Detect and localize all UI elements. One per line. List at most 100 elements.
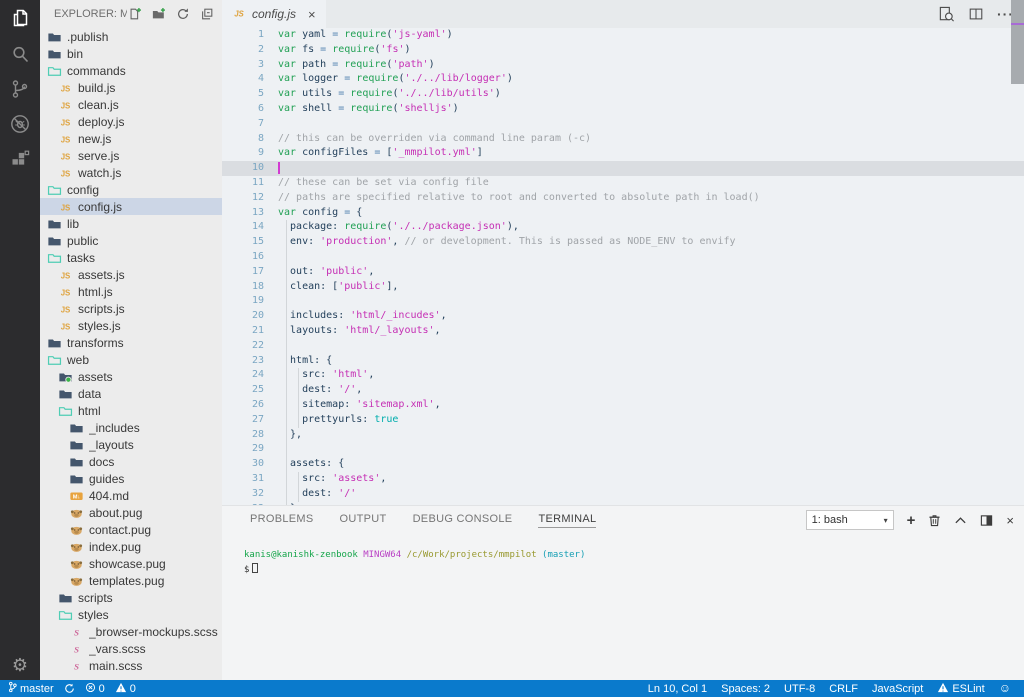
code-line[interactable]: 9var configFiles = ['_mmpilot.yml']	[222, 146, 1024, 161]
tree-item[interactable]: JSconfig.js	[40, 198, 222, 215]
code-line[interactable]: 3var path = require('path')	[222, 58, 1024, 73]
tree-item[interactable]: config	[40, 181, 222, 198]
tree-item[interactable]: contact.pug	[40, 521, 222, 538]
new-terminal-icon[interactable]: +	[907, 512, 916, 529]
tree-item[interactable]: S_browser-mockups.scss	[40, 623, 222, 640]
tree-item[interactable]: showcase.pug	[40, 555, 222, 572]
tree-item[interactable]: guides	[40, 470, 222, 487]
code-line[interactable]: 16	[222, 250, 1024, 265]
tree-item[interactable]: JSstyles.js	[40, 317, 222, 334]
source-control-icon[interactable]	[0, 71, 40, 106]
errors-status[interactable]: 0	[85, 682, 105, 696]
refresh-icon[interactable]	[175, 7, 190, 22]
terminal-output[interactable]: kanis@kanishk-zenbook MINGW64 /c/Work/pr…	[244, 548, 1024, 578]
maximize-panel-icon[interactable]	[954, 515, 967, 525]
tab-config-js[interactable]: JS config.js ×	[222, 0, 326, 28]
git-branch-status[interactable]: master	[8, 681, 54, 696]
tree-item[interactable]: html	[40, 402, 222, 419]
tree-item[interactable]: templates.pug	[40, 572, 222, 589]
code-line[interactable]: 2var fs = require('fs')	[222, 43, 1024, 58]
code-line[interactable]: 11// these can be set via config file	[222, 176, 1024, 191]
tree-item[interactable]: JSassets.js	[40, 266, 222, 283]
status-item-crlf[interactable]: CRLF	[829, 683, 858, 695]
status-item-eslint[interactable]: ESLint	[937, 682, 984, 696]
status-item-smiley[interactable]: ☺	[999, 682, 1014, 695]
close-icon[interactable]: ×	[308, 7, 316, 22]
tree-item[interactable]: .publish	[40, 28, 222, 45]
tree-item[interactable]: JSnew.js	[40, 130, 222, 147]
tree-item[interactable]: _includes	[40, 419, 222, 436]
split-editor-icon[interactable]	[968, 6, 984, 22]
kill-terminal-icon[interactable]	[928, 513, 941, 527]
tree-item[interactable]: JSwatch.js	[40, 164, 222, 181]
code-line[interactable]: 4var logger = require('./../lib/logger')	[222, 72, 1024, 87]
code-line[interactable]: 26 sitemap: 'sitemap.xml',	[222, 398, 1024, 413]
split-panel-icon[interactable]	[980, 514, 993, 527]
tree-item[interactable]: public	[40, 232, 222, 249]
status-item-javascript[interactable]: JavaScript	[872, 683, 923, 695]
tree-item[interactable]: scripts	[40, 589, 222, 606]
code-line[interactable]: 14 package: require('./../package.json')…	[222, 220, 1024, 235]
tree-item[interactable]: assets	[40, 368, 222, 385]
tree-item[interactable]: Smain.scss	[40, 657, 222, 674]
code-line[interactable]: 30 assets: {	[222, 457, 1024, 472]
warnings-status[interactable]: 0	[115, 682, 136, 696]
tree-item[interactable]: JSbuild.js	[40, 79, 222, 96]
code-line[interactable]: 21 layouts: 'html/_layouts',	[222, 324, 1024, 339]
tree-item[interactable]: tasks	[40, 249, 222, 266]
code-line[interactable]: 29	[222, 442, 1024, 457]
status-item-spaces-2[interactable]: Spaces: 2	[721, 683, 770, 695]
status-item-utf-8[interactable]: UTF-8	[784, 683, 815, 695]
tree-item[interactable]: lib	[40, 215, 222, 232]
tree-item[interactable]: S_vars.scss	[40, 640, 222, 657]
panel-tab-problems[interactable]: PROBLEMS	[250, 513, 314, 528]
new-file-icon[interactable]	[127, 7, 142, 22]
code-line[interactable]: 7	[222, 117, 1024, 132]
tree-item[interactable]: bin	[40, 45, 222, 62]
tree-item[interactable]: JShtml.js	[40, 283, 222, 300]
tree-item[interactable]: JSscripts.js	[40, 300, 222, 317]
code-line[interactable]: 13var config = {	[222, 206, 1024, 221]
explorer-icon[interactable]	[0, 1, 40, 36]
tree-item[interactable]: JSclean.js	[40, 96, 222, 113]
tree-item[interactable]: transforms	[40, 334, 222, 351]
tree-item[interactable]: JSserve.js	[40, 147, 222, 164]
tree-item[interactable]: M↓404.md	[40, 487, 222, 504]
new-folder-icon[interactable]	[151, 7, 166, 22]
tree-item[interactable]: JSdeploy.js	[40, 113, 222, 130]
code-line[interactable]: 27 prettyurls: true	[222, 413, 1024, 428]
tree-item[interactable]: docs	[40, 453, 222, 470]
code-line[interactable]: 31 src: 'assets',	[222, 472, 1024, 487]
tree-item[interactable]: about.pug	[40, 504, 222, 521]
code-line[interactable]: 10	[222, 161, 1024, 176]
extensions-icon[interactable]	[0, 141, 40, 176]
code-line[interactable]: 1var yaml = require('js-yaml')	[222, 28, 1024, 43]
tree-item[interactable]: web	[40, 351, 222, 368]
code-line[interactable]: 25 dest: '/',	[222, 383, 1024, 398]
search-icon[interactable]	[0, 36, 40, 71]
status-item-ln-10-col-1[interactable]: Ln 10, Col 1	[648, 683, 707, 695]
code-area[interactable]: 1var yaml = require('js-yaml')2var fs = …	[222, 28, 1024, 505]
tree-item[interactable]: _layouts	[40, 436, 222, 453]
code-line[interactable]: 18 clean: ['public'],	[222, 280, 1024, 295]
code-line[interactable]: 5var utils = require('./../lib/utils')	[222, 87, 1024, 102]
code-line[interactable]: 17 out: 'public',	[222, 265, 1024, 280]
collapse-all-icon[interactable]	[199, 7, 214, 22]
code-line[interactable]: 24 src: 'html',	[222, 368, 1024, 383]
panel-tab-terminal[interactable]: TERMINAL	[538, 513, 596, 528]
panel-tab-debug-console[interactable]: DEBUG CONSOLE	[413, 513, 513, 528]
code-line[interactable]: 32 dest: '/'	[222, 487, 1024, 502]
code-line[interactable]: 19	[222, 294, 1024, 309]
tree-item[interactable]: commands	[40, 62, 222, 79]
open-preview-icon[interactable]	[938, 6, 955, 23]
code-line[interactable]: 28 },	[222, 428, 1024, 443]
tree-item[interactable]: data	[40, 385, 222, 402]
code-line[interactable]: 15 env: 'production', // or development.…	[222, 235, 1024, 250]
debug-icon[interactable]	[0, 106, 40, 141]
code-line[interactable]: 8// this can be overriden via command li…	[222, 132, 1024, 147]
code-line[interactable]: 20 includes: 'html/_incudes',	[222, 309, 1024, 324]
panel-tab-output[interactable]: OUTPUT	[340, 513, 387, 528]
code-line[interactable]: 22	[222, 339, 1024, 354]
tree-item[interactable]: styles	[40, 606, 222, 623]
terminal-select[interactable]: 1: bash ▾	[806, 510, 894, 530]
